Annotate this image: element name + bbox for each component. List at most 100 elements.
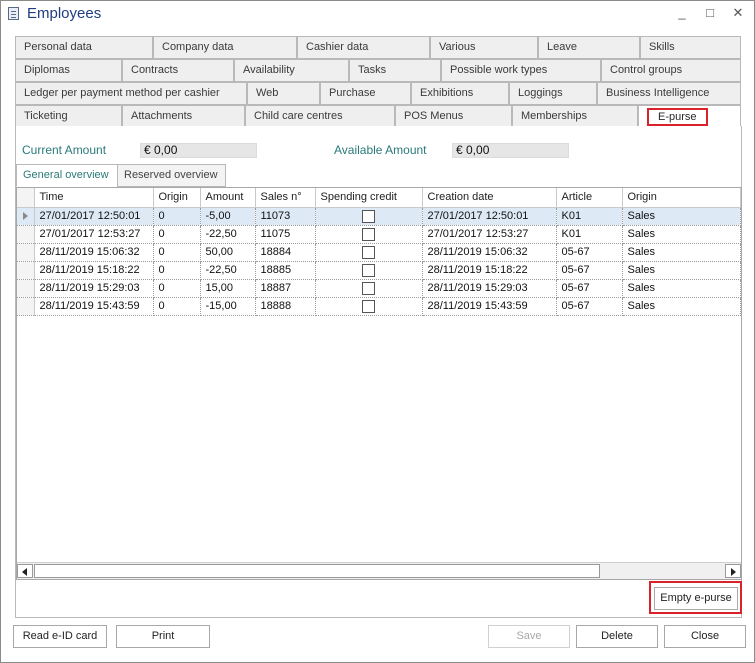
tab-control-groups[interactable]: Control groups xyxy=(601,59,741,82)
tab-diplomas[interactable]: Diplomas xyxy=(15,59,122,82)
cell-origin[interactable]: 0 xyxy=(153,243,201,262)
cell-spending-credit[interactable] xyxy=(315,243,423,262)
cell-amount[interactable]: -22,50 xyxy=(200,261,256,280)
minimize-button[interactable]: _ xyxy=(673,5,691,21)
cell-amount[interactable]: 50,00 xyxy=(200,243,256,262)
subtab-reserved-overview[interactable]: Reserved overview xyxy=(117,164,226,187)
tab-possible-work-types[interactable]: Possible work types xyxy=(441,59,601,82)
tab-purchase[interactable]: Purchase xyxy=(320,82,411,105)
cell-origin-2[interactable]: Sales xyxy=(622,243,741,262)
spending-credit-checkbox[interactable] xyxy=(362,245,375,259)
cell-article[interactable]: 05-67 xyxy=(556,279,623,298)
cell-article[interactable]: 05-67 xyxy=(556,243,623,262)
spending-credit-checkbox[interactable] xyxy=(362,209,375,223)
cell-origin[interactable]: 0 xyxy=(153,297,201,316)
cell-sales-no[interactable]: 18885 xyxy=(255,261,316,280)
scroll-left-arrow-icon[interactable] xyxy=(17,564,33,578)
table-row[interactable]: 28/11/2019 15:43:59 0 -15,00 18888 28/11… xyxy=(17,297,741,316)
tab-ledger-per-payment-method[interactable]: Ledger per payment method per cashier xyxy=(15,82,247,105)
tab-business-intelligence[interactable]: Business Intelligence xyxy=(597,82,741,105)
cell-amount[interactable]: -15,00 xyxy=(200,297,256,316)
cell-amount[interactable]: 15,00 xyxy=(200,279,256,298)
column-header-sales-no[interactable]: Sales n° xyxy=(255,188,316,208)
cell-origin[interactable]: 0 xyxy=(153,261,201,280)
table-row[interactable]: 28/11/2019 15:29:03 0 15,00 18887 28/11/… xyxy=(17,279,741,298)
save-button[interactable]: Save xyxy=(488,625,570,648)
column-header-origin[interactable]: Origin xyxy=(153,188,201,208)
tab-skills[interactable]: Skills xyxy=(640,36,741,59)
column-header-origin-2[interactable]: Origin xyxy=(622,188,741,208)
cell-time[interactable]: 28/11/2019 15:06:32 xyxy=(34,243,154,262)
cell-article[interactable]: 05-67 xyxy=(556,261,623,280)
cell-spending-credit[interactable] xyxy=(315,261,423,280)
cell-creation-date[interactable]: 27/01/2017 12:53:27 xyxy=(422,225,557,244)
cell-origin[interactable]: 0 xyxy=(153,225,201,244)
tab-web[interactable]: Web xyxy=(247,82,320,105)
column-header-amount[interactable]: Amount xyxy=(200,188,256,208)
cell-creation-date[interactable]: 28/11/2019 15:29:03 xyxy=(422,279,557,298)
tab-ticketing[interactable]: Ticketing xyxy=(15,105,122,128)
cell-origin-2[interactable]: Sales xyxy=(622,279,741,298)
maximize-button[interactable]: □ xyxy=(701,5,719,21)
column-header-creation-date[interactable]: Creation date xyxy=(422,188,557,208)
spending-credit-checkbox[interactable] xyxy=(362,227,375,241)
tab-child-care-centres[interactable]: Child care centres xyxy=(245,105,395,128)
close-window-button[interactable]: ✕ xyxy=(729,5,747,21)
cell-origin-2[interactable]: Sales xyxy=(622,297,741,316)
cell-spending-credit[interactable] xyxy=(315,225,423,244)
cell-article[interactable]: 05-67 xyxy=(556,297,623,316)
tab-personal-data[interactable]: Personal data xyxy=(15,36,153,59)
cell-sales-no[interactable]: 11075 xyxy=(255,225,316,244)
table-row[interactable]: 27/01/2017 12:50:01 0 -5,00 11073 27/01/… xyxy=(17,207,741,226)
tab-tasks[interactable]: Tasks xyxy=(349,59,441,82)
tab-cashier-data[interactable]: Cashier data xyxy=(297,36,430,59)
empty-e-purse-button[interactable]: Empty e-purse xyxy=(654,587,738,610)
cell-spending-credit[interactable] xyxy=(315,297,423,316)
cell-spending-credit[interactable] xyxy=(315,279,423,298)
tab-exhibitions[interactable]: Exhibitions xyxy=(411,82,509,105)
cell-article[interactable]: K01 xyxy=(556,207,623,226)
spending-credit-checkbox[interactable] xyxy=(362,281,375,295)
spending-credit-checkbox[interactable] xyxy=(362,299,375,313)
cell-time[interactable]: 27/01/2017 12:50:01 xyxy=(34,207,154,226)
cell-sales-no[interactable]: 18888 xyxy=(255,297,316,316)
tab-pos-menus[interactable]: POS Menus xyxy=(395,105,512,128)
cell-sales-no[interactable]: 11073 xyxy=(255,207,316,226)
cell-spending-credit[interactable] xyxy=(315,207,423,226)
cell-origin-2[interactable]: Sales xyxy=(622,207,741,226)
tab-company-data[interactable]: Company data xyxy=(153,36,297,59)
tab-e-purse[interactable]: E-purse xyxy=(638,105,741,128)
close-button[interactable]: Close xyxy=(664,625,746,648)
cell-sales-no[interactable]: 18887 xyxy=(255,279,316,298)
column-header-article[interactable]: Article xyxy=(556,188,623,208)
cell-creation-date[interactable]: 28/11/2019 15:06:32 xyxy=(422,243,557,262)
cell-origin-2[interactable]: Sales xyxy=(622,225,741,244)
cell-origin[interactable]: 0 xyxy=(153,207,201,226)
cell-creation-date[interactable]: 28/11/2019 15:43:59 xyxy=(422,297,557,316)
cell-article[interactable]: K01 xyxy=(556,225,623,244)
tab-various[interactable]: Various xyxy=(430,36,538,59)
delete-button[interactable]: Delete xyxy=(576,625,658,648)
cell-amount[interactable]: -5,00 xyxy=(200,207,256,226)
cell-time[interactable]: 27/01/2017 12:53:27 xyxy=(34,225,154,244)
cell-creation-date[interactable]: 27/01/2017 12:50:01 xyxy=(422,207,557,226)
cell-creation-date[interactable]: 28/11/2019 15:18:22 xyxy=(422,261,557,280)
tab-attachments[interactable]: Attachments xyxy=(122,105,245,128)
cell-time[interactable]: 28/11/2019 15:18:22 xyxy=(34,261,154,280)
column-header-spending-credit[interactable]: Spending credit xyxy=(315,188,423,208)
table-row[interactable]: 28/11/2019 15:18:22 0 -22,50 18885 28/11… xyxy=(17,261,741,280)
tab-contracts[interactable]: Contracts xyxy=(122,59,234,82)
column-header-time[interactable]: Time xyxy=(34,188,154,208)
table-row[interactable]: 27/01/2017 12:53:27 0 -22,50 11075 27/01… xyxy=(17,225,741,244)
horizontal-scrollbar[interactable] xyxy=(17,562,741,579)
tab-memberships[interactable]: Memberships xyxy=(512,105,638,128)
tab-loggings[interactable]: Loggings xyxy=(509,82,597,105)
cell-origin-2[interactable]: Sales xyxy=(622,261,741,280)
scrollbar-thumb[interactable] xyxy=(34,564,600,578)
table-row[interactable]: 28/11/2019 15:06:32 0 50,00 18884 28/11/… xyxy=(17,243,741,262)
cell-time[interactable]: 28/11/2019 15:29:03 xyxy=(34,279,154,298)
cell-time[interactable]: 28/11/2019 15:43:59 xyxy=(34,297,154,316)
print-button[interactable]: Print xyxy=(116,625,210,648)
subtab-general-overview[interactable]: General overview xyxy=(16,164,118,187)
tab-leave[interactable]: Leave xyxy=(538,36,640,59)
